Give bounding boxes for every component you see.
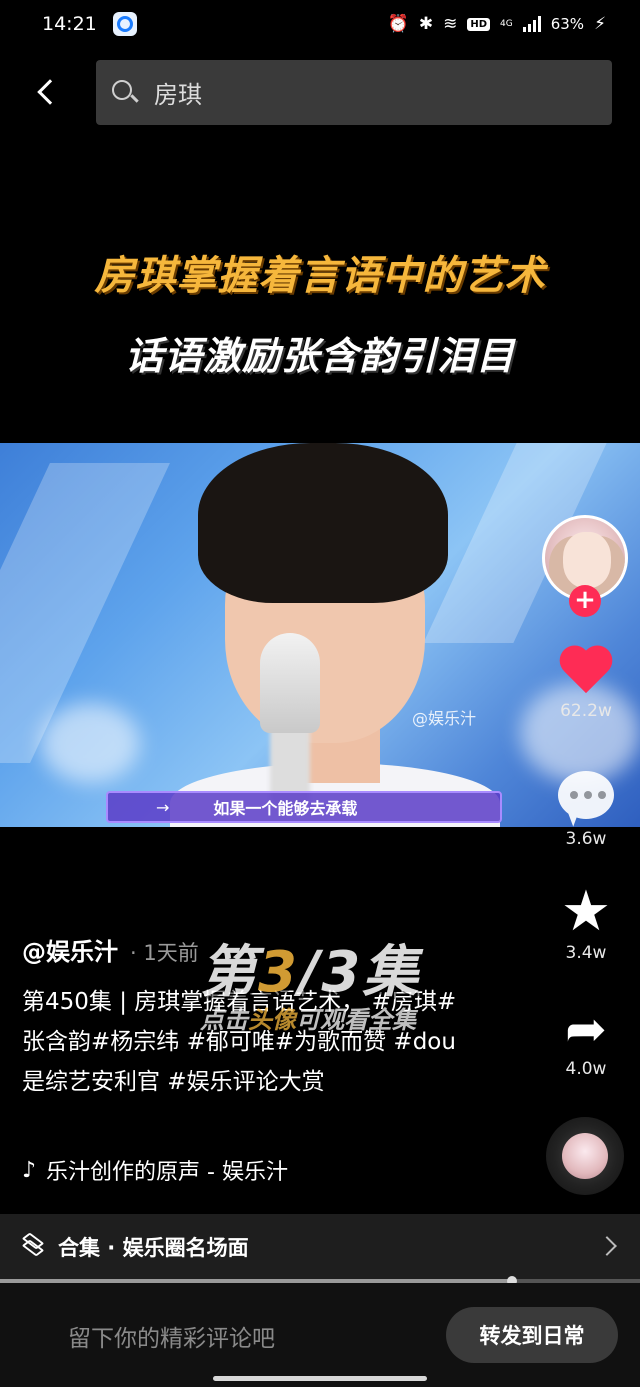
status-time: 14:21 <box>42 13 97 35</box>
video-title-line2: 话语激励张含韵引泪目 <box>124 334 515 378</box>
repost-button[interactable]: 转发到日常 <box>446 1307 618 1363</box>
back-button[interactable] <box>26 72 66 112</box>
episode-separator: / <box>298 940 322 1005</box>
search-input[interactable]: 房琪 <box>96 60 612 125</box>
search-icon <box>112 79 139 106</box>
episode-current: 3 <box>258 940 299 1005</box>
comment-input[interactable]: 留下你的精彩评论吧 <box>68 1319 275 1353</box>
video-subtitle-bar: → 如果一个能够去承载 <box>106 791 502 823</box>
author-line: @娱乐汁 · 1天前 <box>22 932 199 967</box>
person-hair <box>198 443 448 603</box>
share-button[interactable]: ➦ 4.0w <box>540 1001 632 1079</box>
episode-overlay: 第3/3集 点击头像可观看全集 <box>200 927 460 1035</box>
author-avatar[interactable]: + <box>542 515 628 617</box>
sound-title: 乐汁创作的原声 - 娱乐汁 <box>46 1160 288 1185</box>
follow-button[interactable]: + <box>569 585 601 617</box>
search-query: 房琪 <box>154 81 202 109</box>
comment-bar: 留下你的精彩评论吧 转发到日常 <box>0 1283 640 1387</box>
collection-bar[interactable]: 合集 · 娱乐圈名场面 <box>0 1214 640 1280</box>
sound-link[interactable]: ♪ 乐汁创作的原声 - 娱乐汁 <box>22 1154 288 1186</box>
episode-hint-highlight: 头像 <box>248 1006 296 1034</box>
status-right: ⏰ ✱ ≋ HD 4G 63% ⚡ <box>388 15 606 33</box>
alarm-icon: ⏰ <box>387 13 409 34</box>
video-title-line1: 房琪掌握着言语中的艺术 <box>94 253 546 299</box>
layers-icon <box>21 1232 45 1258</box>
star-icon: ★ <box>560 879 612 944</box>
chevron-right-icon <box>597 1236 617 1256</box>
wifi-icon: ≋ <box>443 13 458 34</box>
episode-prefix: 第 <box>200 940 258 1005</box>
chevron-left-icon <box>37 79 63 105</box>
share-count: 4.0w <box>565 1059 607 1079</box>
search-header: 房琪 <box>0 60 640 126</box>
music-note-icon: ♪ <box>22 1157 37 1183</box>
like-button[interactable]: 62.2w <box>540 647 632 721</box>
favorite-button[interactable]: ★ 3.4w <box>540 879 632 964</box>
episode-hint: 点击头像可观看全集 <box>200 1000 460 1035</box>
signal-icon <box>522 16 541 32</box>
episode-hint-post: 可观看全集 <box>296 1006 416 1034</box>
favorite-count: 3.4w <box>565 943 607 963</box>
music-disc[interactable] <box>546 1117 624 1195</box>
collection-label: 合集 · 娱乐圈名场面 <box>58 1236 249 1260</box>
video-watermark: @娱乐汁 <box>412 709 477 728</box>
episode-suffix: 集 <box>362 940 421 1005</box>
episode-hint-pre: 点击 <box>200 1006 248 1034</box>
author-name[interactable]: @娱乐汁 <box>22 932 118 967</box>
hd-icon: HD <box>467 17 491 31</box>
battery-charging-icon: ⚡ <box>594 13 606 34</box>
status-left: 14:21 <box>42 12 137 36</box>
heart-icon <box>558 647 614 699</box>
music-cover <box>562 1133 608 1179</box>
bluetooth-icon: ✱ <box>418 13 434 34</box>
app-notification-icon <box>112 12 137 36</box>
video-subtitle: 如果一个能够去承载 <box>213 799 358 818</box>
network-type: 4G <box>500 19 513 29</box>
episode-total: 3 <box>321 940 363 1005</box>
comment-count: 3.6w <box>565 829 607 849</box>
comment-icon <box>558 771 614 819</box>
battery-level: 63% <box>550 15 585 33</box>
stage-light <box>40 703 140 783</box>
home-indicator[interactable] <box>213 1376 427 1381</box>
share-icon: ➦ <box>565 1000 607 1058</box>
post-timestamp: · 1天前 <box>130 941 199 965</box>
like-count: 62.2w <box>560 701 612 721</box>
episode-title: 第3/3集 <box>200 927 460 1008</box>
video-player[interactable]: @娱乐汁 → 如果一个能够去承载 <box>0 443 640 827</box>
status-bar: 14:21 ⏰ ✱ ≋ HD 4G 63% ⚡ <box>0 0 640 48</box>
subtitle-arrow: → <box>156 797 170 817</box>
microphone <box>260 633 320 733</box>
comment-button[interactable]: 3.6w <box>540 771 632 849</box>
